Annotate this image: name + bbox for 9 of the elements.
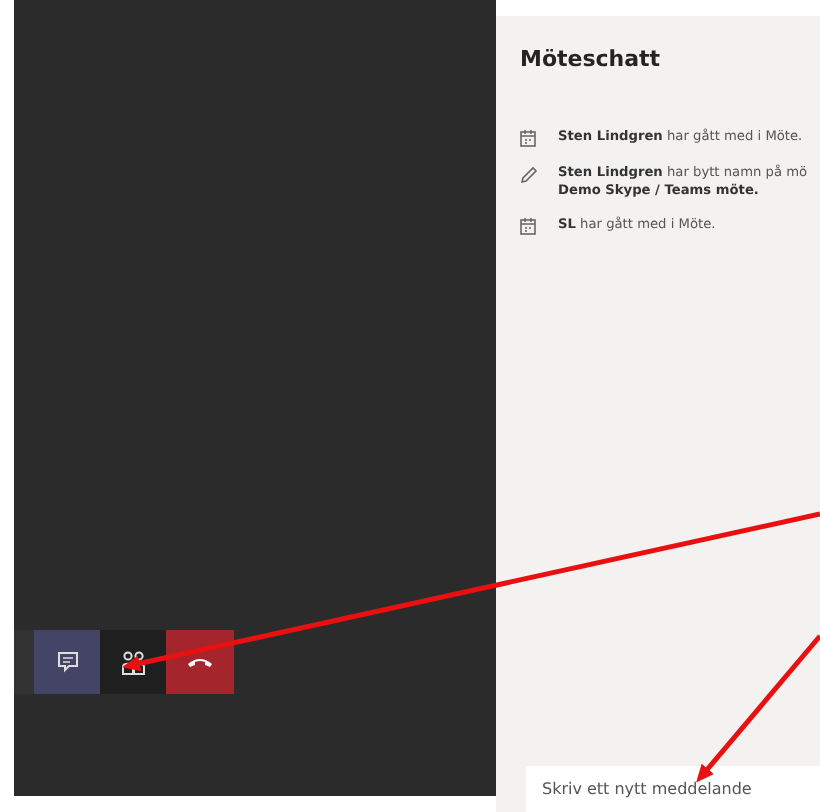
calendar-icon [520,130,538,148]
chat-icon [55,650,79,674]
chat-button[interactable] [34,630,100,694]
pencil-icon [520,166,538,184]
message-field[interactable]: Skriv ett nytt meddelande [526,766,820,812]
phone-icon [186,656,214,668]
panel-title: Möteschatt [520,46,663,72]
calendar-icon [520,218,538,236]
people-icon [119,649,147,675]
